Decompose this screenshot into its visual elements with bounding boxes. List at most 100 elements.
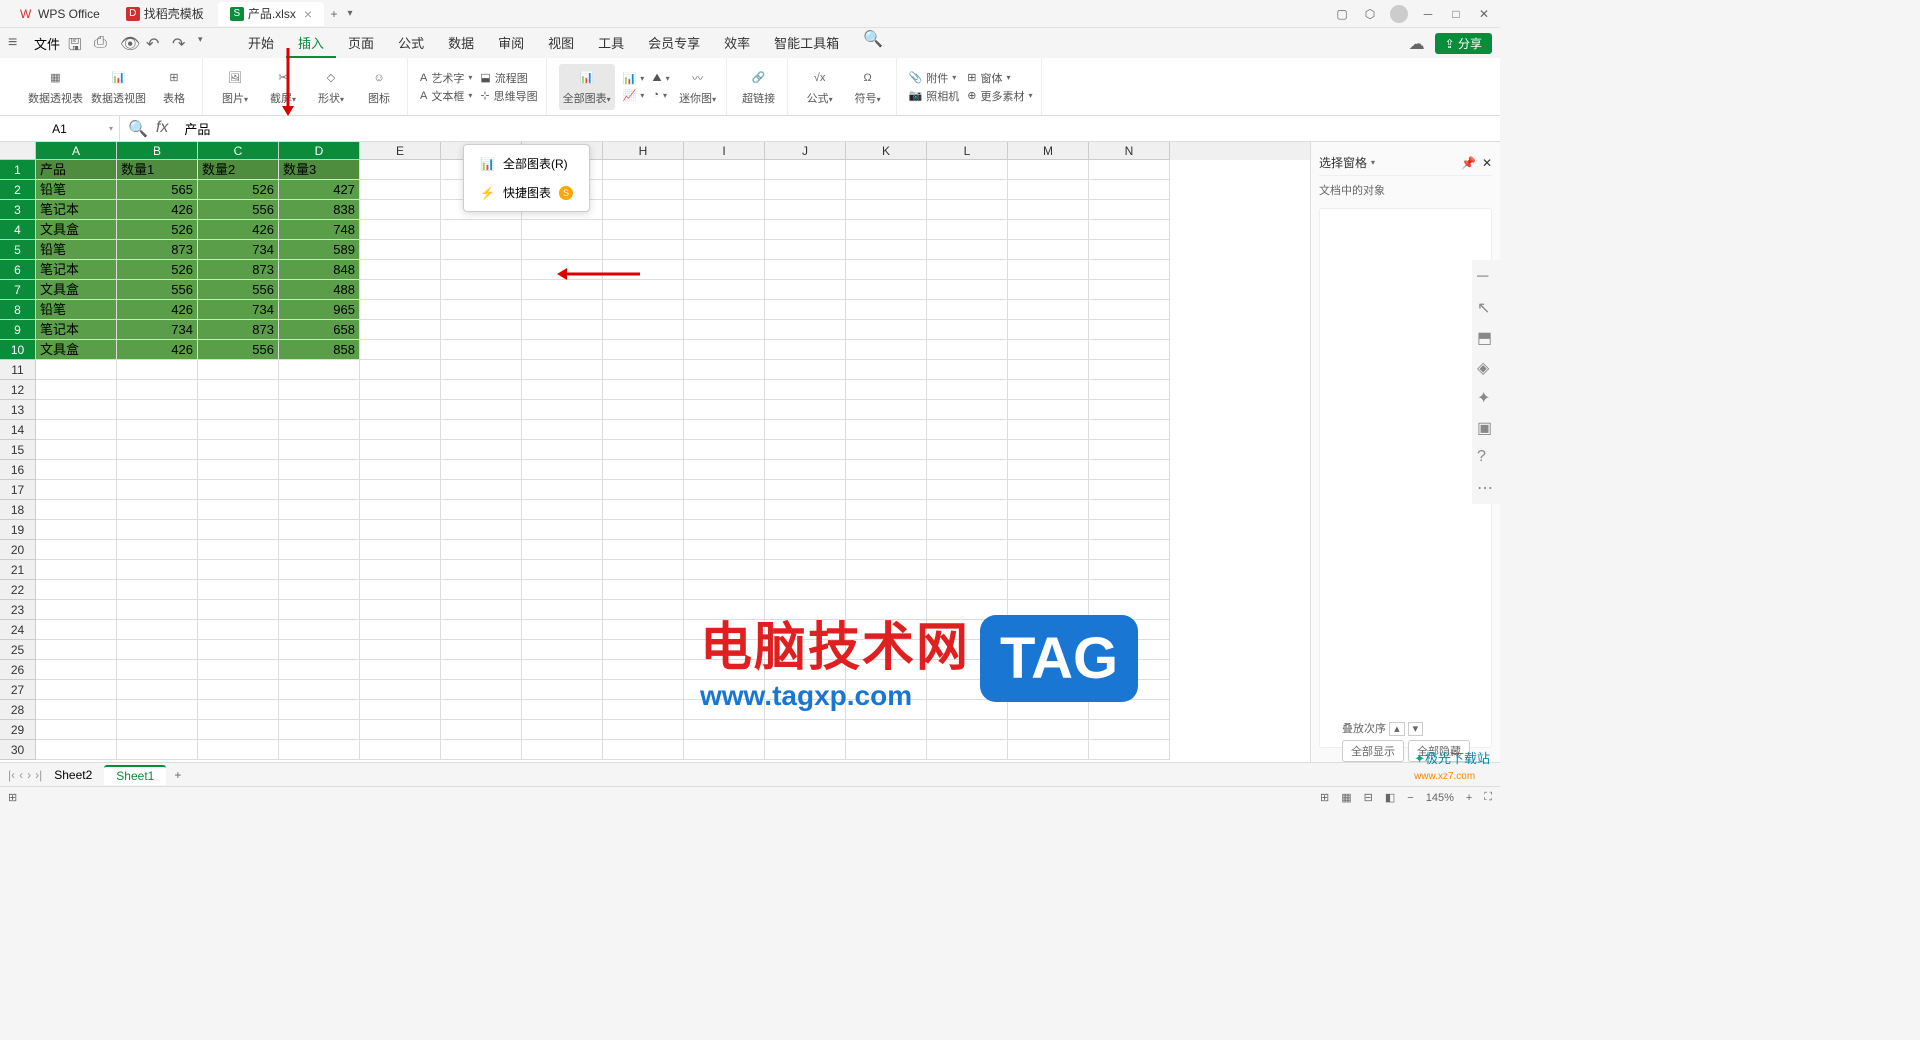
- cell[interactable]: [522, 420, 603, 440]
- cell[interactable]: [765, 560, 846, 580]
- cell[interactable]: [927, 420, 1008, 440]
- cell[interactable]: [603, 320, 684, 340]
- cell[interactable]: [1089, 340, 1170, 360]
- cell[interactable]: [441, 380, 522, 400]
- tab-efficiency[interactable]: 效率: [712, 29, 762, 58]
- column-header-N[interactable]: N: [1089, 142, 1170, 160]
- pie-chart-button[interactable]: ◔▾: [652, 89, 669, 101]
- cell[interactable]: [279, 660, 360, 680]
- cell[interactable]: [198, 660, 279, 680]
- fullscreen-icon[interactable]: ⛶: [1484, 791, 1492, 804]
- cell[interactable]: [684, 280, 765, 300]
- cell[interactable]: [36, 420, 117, 440]
- cell[interactable]: [603, 640, 684, 660]
- cell[interactable]: [927, 320, 1008, 340]
- row-header-12[interactable]: 12: [0, 380, 36, 400]
- cell[interactable]: [198, 740, 279, 760]
- cell[interactable]: [36, 640, 117, 660]
- cell[interactable]: [1008, 260, 1089, 280]
- column-header-A[interactable]: A: [36, 142, 117, 160]
- cell[interactable]: 铅笔: [36, 300, 117, 320]
- tab-list-button[interactable]: ▾: [342, 6, 358, 22]
- sparkline-button[interactable]: 〰迷你图▾: [678, 68, 718, 106]
- row-header-17[interactable]: 17: [0, 480, 36, 500]
- save-icon[interactable]: 🖫: [68, 34, 86, 52]
- row-header-11[interactable]: 11: [0, 360, 36, 380]
- cell[interactable]: [846, 560, 927, 580]
- cell[interactable]: 556: [117, 280, 198, 300]
- cell[interactable]: 铅笔: [36, 240, 117, 260]
- cell[interactable]: [36, 560, 117, 580]
- minimize-panel-icon[interactable]: ─: [1477, 268, 1495, 286]
- cell[interactable]: [117, 460, 198, 480]
- cell[interactable]: 556: [198, 200, 279, 220]
- cell[interactable]: [279, 500, 360, 520]
- cell[interactable]: [603, 740, 684, 760]
- form-button[interactable]: ⊞窗体▾: [967, 70, 1032, 86]
- cell[interactable]: [279, 520, 360, 540]
- add-sheet-button[interactable]: +: [174, 768, 181, 782]
- cell[interactable]: [1089, 440, 1170, 460]
- cell[interactable]: [522, 240, 603, 260]
- cell[interactable]: [198, 400, 279, 420]
- cell[interactable]: [1089, 720, 1170, 740]
- shapes-button[interactable]: ◇形状▾: [311, 68, 351, 106]
- cell[interactable]: [603, 220, 684, 240]
- cell[interactable]: [927, 460, 1008, 480]
- cell[interactable]: [684, 740, 765, 760]
- view-normal-icon[interactable]: ⊞: [1320, 791, 1329, 804]
- cell[interactable]: [927, 560, 1008, 580]
- row-header-28[interactable]: 28: [0, 700, 36, 720]
- cell[interactable]: [36, 400, 117, 420]
- cell[interactable]: [117, 520, 198, 540]
- cell[interactable]: [279, 380, 360, 400]
- cell[interactable]: [927, 220, 1008, 240]
- cell[interactable]: 数量2: [198, 160, 279, 180]
- cell[interactable]: [846, 200, 927, 220]
- cell[interactable]: [279, 740, 360, 760]
- last-sheet-button[interactable]: ›|: [35, 768, 42, 782]
- cell[interactable]: [927, 280, 1008, 300]
- cell[interactable]: [1008, 560, 1089, 580]
- cell[interactable]: [441, 240, 522, 260]
- qat-dropdown-icon[interactable]: ▾: [198, 34, 216, 52]
- cell[interactable]: 589: [279, 240, 360, 260]
- row-header-16[interactable]: 16: [0, 460, 36, 480]
- minimize-button[interactable]: ─: [1420, 6, 1436, 22]
- cell[interactable]: [522, 560, 603, 580]
- cell[interactable]: [36, 480, 117, 500]
- cell[interactable]: [1089, 420, 1170, 440]
- cell[interactable]: [684, 500, 765, 520]
- cell[interactable]: [927, 300, 1008, 320]
- cell[interactable]: [684, 260, 765, 280]
- cell[interactable]: [441, 360, 522, 380]
- cell[interactable]: [360, 380, 441, 400]
- cell[interactable]: [36, 520, 117, 540]
- cell[interactable]: [603, 200, 684, 220]
- cell[interactable]: [603, 240, 684, 260]
- cell[interactable]: [441, 500, 522, 520]
- cell[interactable]: [360, 200, 441, 220]
- row-header-21[interactable]: 21: [0, 560, 36, 580]
- cell[interactable]: [360, 460, 441, 480]
- wps-home-tab[interactable]: W WPS Office: [8, 2, 112, 26]
- cell[interactable]: [360, 320, 441, 340]
- cloud-icon[interactable]: ☁: [1409, 34, 1427, 52]
- cell[interactable]: [684, 160, 765, 180]
- cell[interactable]: [522, 440, 603, 460]
- all-charts-button[interactable]: 📊全部图表▾: [559, 64, 615, 110]
- cell[interactable]: [360, 160, 441, 180]
- cell[interactable]: [765, 740, 846, 760]
- column-header-L[interactable]: L: [927, 142, 1008, 160]
- cell[interactable]: [441, 560, 522, 580]
- cell[interactable]: [441, 440, 522, 460]
- cell[interactable]: [279, 560, 360, 580]
- cell[interactable]: [603, 560, 684, 580]
- cell[interactable]: [36, 700, 117, 720]
- cell[interactable]: [36, 380, 117, 400]
- cell[interactable]: [684, 580, 765, 600]
- cell[interactable]: [441, 260, 522, 280]
- cell[interactable]: [765, 520, 846, 540]
- cell[interactable]: 858: [279, 340, 360, 360]
- cell[interactable]: [684, 200, 765, 220]
